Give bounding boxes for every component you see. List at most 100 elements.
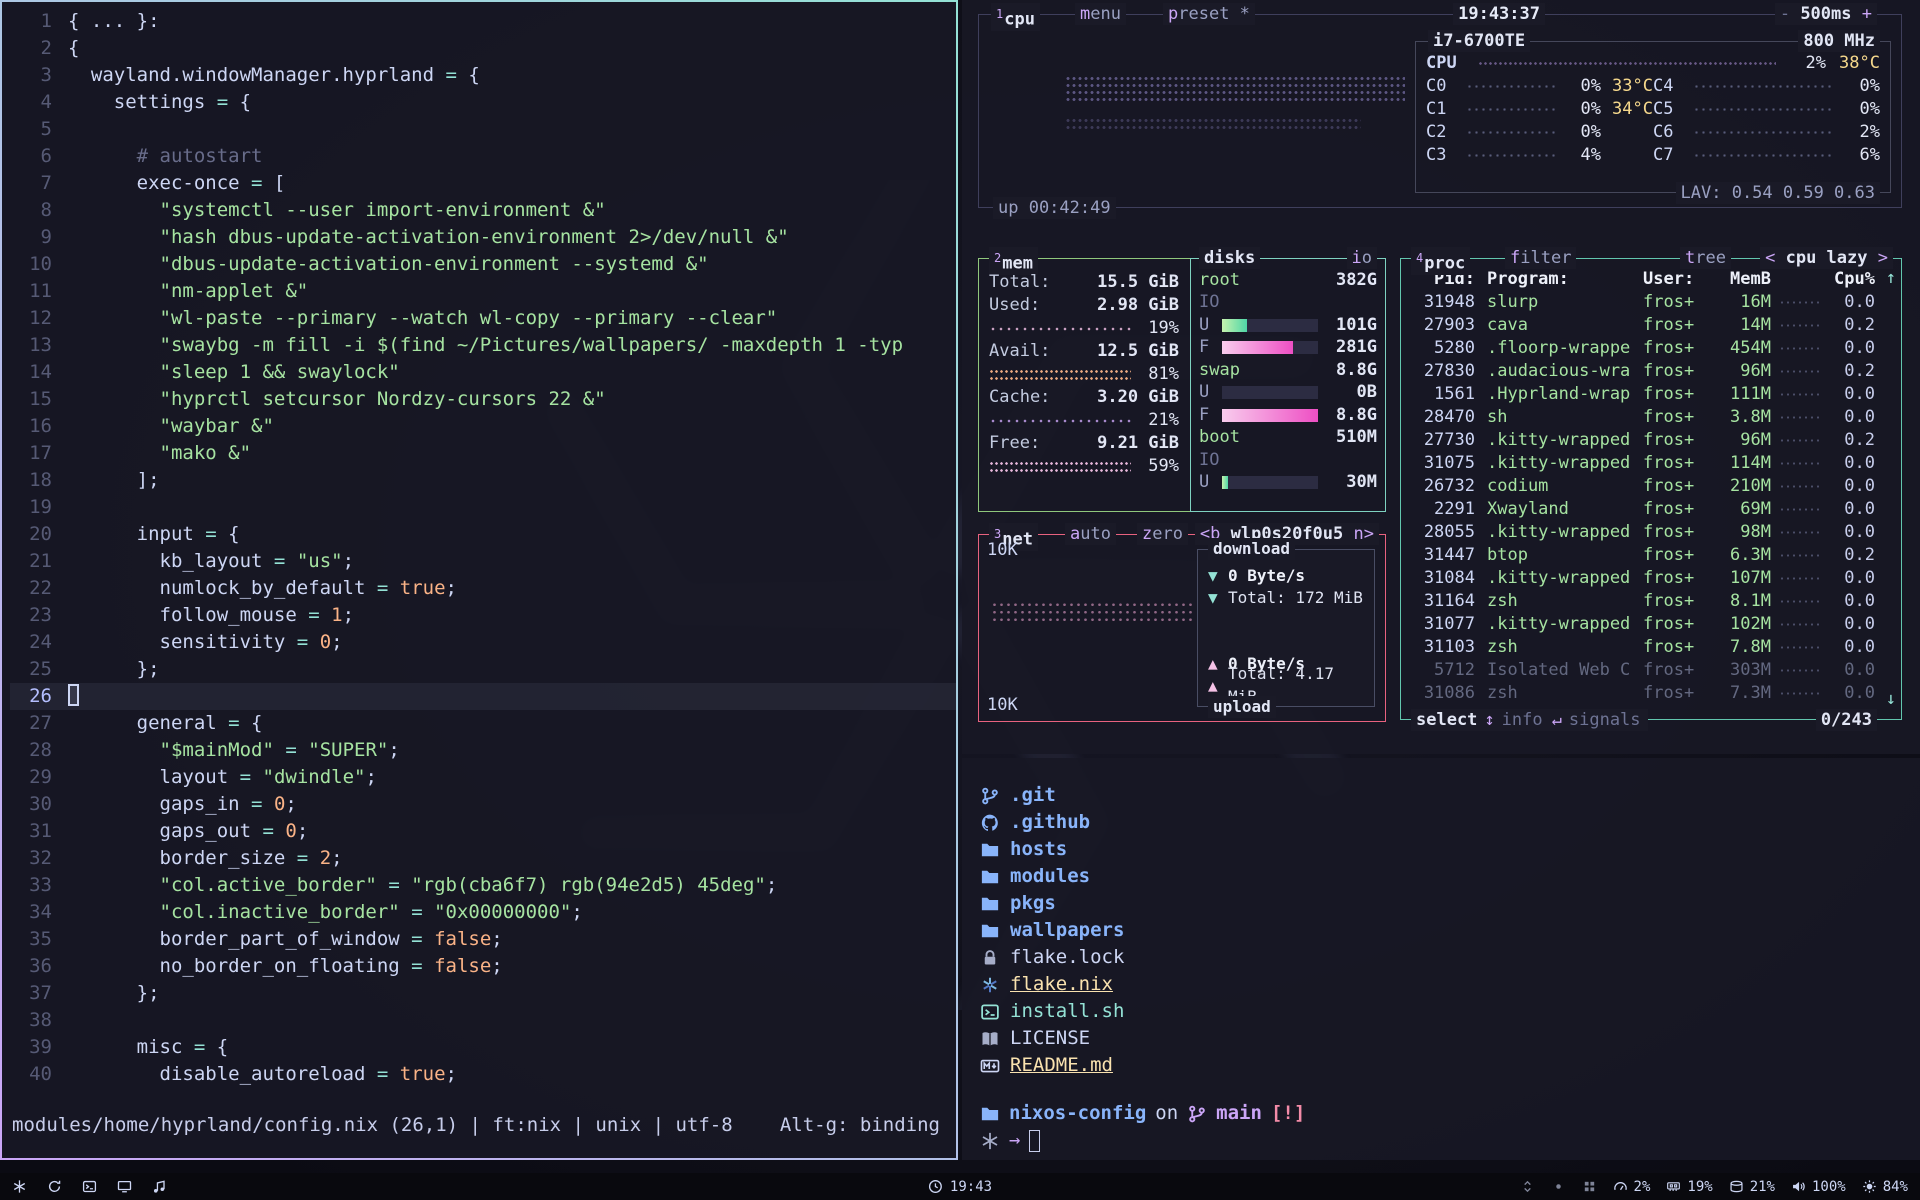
header-program[interactable]: Program: bbox=[1475, 268, 1643, 291]
file-name: pkgs bbox=[1010, 890, 1056, 917]
code-text: "nm-applet &" bbox=[68, 278, 308, 305]
waybar-clock[interactable]: 19:43 bbox=[928, 1179, 992, 1195]
disks-io-button[interactable]: io bbox=[1347, 247, 1378, 269]
header-memb[interactable]: MemB bbox=[1713, 268, 1771, 291]
proc-footer-hints[interactable]: select↕info↵signals bbox=[1411, 709, 1648, 731]
process-name: sh bbox=[1475, 406, 1643, 429]
code-line: 25 }; bbox=[10, 656, 956, 683]
terminal-window[interactable]: .git.githubhostsmodulespkgswallpapersfla… bbox=[962, 758, 1920, 1160]
waybar-module-value: 100% bbox=[1812, 1179, 1846, 1195]
scroll-up-indicator[interactable]: ↑ bbox=[1886, 267, 1896, 290]
update-interval-control[interactable]: - 500ms + bbox=[1775, 3, 1877, 25]
core-meter bbox=[1693, 82, 1834, 91]
disk-meter bbox=[1222, 319, 1318, 332]
editor-window[interactable]: 1{ ... }:2{3 wayland.windowManager.hyprl… bbox=[0, 0, 958, 1160]
disk-list: root382GIOU101GF281Gswap8.8GU0BF8.8Gboot… bbox=[1191, 259, 1385, 494]
process-row[interactable]: 31447btopfros+6.3M0.2 bbox=[1411, 544, 1875, 567]
process-row[interactable]: 31948slurpfros+16M0.0 bbox=[1411, 291, 1875, 314]
process-row[interactable]: 31164zshfros+8.1M0.0 bbox=[1411, 590, 1875, 613]
process-row[interactable]: 5712Isolated Web Cfros+303M0.0 bbox=[1411, 659, 1875, 682]
line-number: 10 bbox=[10, 251, 68, 278]
code-line: 5 bbox=[10, 116, 956, 143]
proc-tree-button[interactable]: tree bbox=[1680, 247, 1731, 269]
folder-icon bbox=[980, 894, 1000, 914]
process-cpu-graph bbox=[1771, 620, 1829, 629]
process-row[interactable]: 31077.kitty-wrappedfros+102M0.0 bbox=[1411, 613, 1875, 636]
process-row[interactable]: 31086zshfros+7.3M0.0 bbox=[1411, 682, 1875, 705]
waybar-module[interactable]: 21% bbox=[1729, 1179, 1775, 1195]
process-pid: 31084 bbox=[1411, 567, 1475, 590]
snowflake-icon[interactable] bbox=[12, 1179, 27, 1194]
waybar-module[interactable]: 100% bbox=[1791, 1179, 1846, 1195]
proc-filter-button[interactable]: filter bbox=[1505, 247, 1576, 269]
process-cpu-graph bbox=[1771, 344, 1829, 353]
waybar-module[interactable]: 2% bbox=[1613, 1179, 1651, 1195]
line-number: 4 bbox=[10, 89, 68, 116]
process-row[interactable]: 2291Xwaylandfros+69M0.0 bbox=[1411, 498, 1875, 521]
code-text: gaps_in = 0; bbox=[68, 791, 297, 818]
process-row[interactable]: 5280.floorp-wrappefros+454M0.0 bbox=[1411, 337, 1875, 360]
process-user: fros+ bbox=[1643, 498, 1713, 521]
music-icon[interactable] bbox=[152, 1179, 167, 1194]
code-text: "waybar &" bbox=[68, 413, 274, 440]
code-area[interactable]: 1{ ... }:2{3 wayland.windowManager.hyprl… bbox=[10, 8, 956, 1088]
net-scale-top: 10K bbox=[987, 539, 1018, 562]
refresh-icon[interactable] bbox=[47, 1179, 62, 1194]
disk-meter-fill bbox=[1222, 409, 1318, 422]
file-entry: README.md bbox=[980, 1052, 1920, 1079]
process-user: fros+ bbox=[1643, 452, 1713, 475]
proc-sort-selector[interactable]: < cpu lazy > bbox=[1760, 247, 1893, 269]
header-cpu[interactable]: Cpu% bbox=[1829, 268, 1875, 291]
disk-meter-label: U bbox=[1199, 314, 1215, 337]
download-arrow-icon: ▼ bbox=[1208, 564, 1228, 587]
disk-name: boot bbox=[1199, 426, 1240, 449]
process-row[interactable]: 26732codiumfros+210M0.0 bbox=[1411, 475, 1875, 498]
process-pid: 26732 bbox=[1411, 475, 1475, 498]
terminal-icon[interactable] bbox=[82, 1179, 97, 1194]
core-percent: 0% bbox=[1563, 75, 1601, 98]
grid-icon[interactable] bbox=[1582, 1179, 1597, 1194]
process-row[interactable]: 31084.kitty-wrappedfros+107M0.0 bbox=[1411, 567, 1875, 590]
process-row[interactable]: 27730.kitty-wrappedfros+96M0.2 bbox=[1411, 429, 1875, 452]
process-cpu: 0.0 bbox=[1829, 682, 1875, 705]
process-row[interactable]: 28055.kitty-wrappedfros+98M0.0 bbox=[1411, 521, 1875, 544]
btop-preset-button[interactable]: preset * bbox=[1163, 3, 1255, 25]
process-row[interactable]: 31103zshfros+7.8M0.0 bbox=[1411, 636, 1875, 659]
waybar-module[interactable]: 84% bbox=[1862, 1179, 1908, 1195]
process-cpu: 0.0 bbox=[1829, 406, 1875, 429]
code-line: 22 numlock_by_default = true; bbox=[10, 575, 956, 602]
net-zero-button[interactable]: zero bbox=[1137, 523, 1188, 545]
cpu-core: C34% bbox=[1426, 144, 1653, 167]
process-cpu-graph bbox=[1771, 436, 1829, 445]
line-number: 18 bbox=[10, 467, 68, 494]
waybar-module[interactable]: 19% bbox=[1666, 1179, 1712, 1195]
cpu-total-percent: 2% bbox=[1784, 52, 1826, 75]
dot-icon[interactable] bbox=[1551, 1179, 1566, 1194]
header-user[interactable]: User: bbox=[1643, 268, 1713, 291]
process-name: codium bbox=[1475, 475, 1643, 498]
scroll-down-indicator[interactable]: ↓ bbox=[1886, 688, 1896, 711]
shell-input-line[interactable]: → bbox=[980, 1127, 1920, 1154]
process-row[interactable]: 1561.Hyprland-wrapfros+111M0.0 bbox=[1411, 383, 1875, 406]
cpu-total-row: CPU 2% 38°C bbox=[1426, 52, 1880, 75]
code-text: input = { bbox=[68, 521, 240, 548]
process-row[interactable]: 31075.kitty-wrappedfros+114M0.0 bbox=[1411, 452, 1875, 475]
process-row[interactable]: 28470shfros+3.8M0.0 bbox=[1411, 406, 1875, 429]
lock-icon bbox=[980, 948, 1000, 968]
mem-stat-row: Used:2.98 GiB bbox=[989, 294, 1179, 317]
process-mem: 98M bbox=[1713, 521, 1771, 544]
process-mem: 114M bbox=[1713, 452, 1771, 475]
editor-statusline: modules/home/hyprland/config.nix (26,1) … bbox=[12, 1112, 940, 1139]
updown-icon[interactable] bbox=[1520, 1179, 1535, 1194]
btop-menu-button[interactable]: menu bbox=[1075, 3, 1126, 25]
btop-window[interactable]: 1cpu menu preset * 19:43:37 - 500ms + i7… bbox=[962, 0, 1920, 754]
display-icon[interactable] bbox=[117, 1179, 132, 1194]
net-auto-button[interactable]: auto bbox=[1065, 523, 1116, 545]
process-user: fros+ bbox=[1643, 406, 1713, 429]
memory-stats: Total:15.5 GiBUsed:2.98 GiB19%Avail:12.5… bbox=[989, 271, 1179, 478]
process-cpu: 0.0 bbox=[1829, 498, 1875, 521]
code-text: "$mainMod" = "SUPER"; bbox=[68, 737, 400, 764]
process-row[interactable]: 27830.audacious-wrafros+96M0.2 bbox=[1411, 360, 1875, 383]
code-line: 35 border_part_of_window = false; bbox=[10, 926, 956, 953]
process-row[interactable]: 27903cavafros+14M0.2 bbox=[1411, 314, 1875, 337]
